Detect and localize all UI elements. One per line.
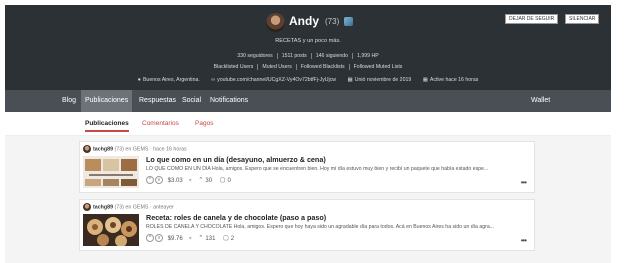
comment-icon: ▢	[219, 177, 226, 184]
subtab-payouts[interactable]: Pagos	[195, 120, 213, 127]
subtab-comments[interactable]: Comentarios	[142, 120, 179, 127]
website-link[interactable]: youtube.com/channel/UCgXZ-Vy4Ov72btfFj-J…	[217, 77, 336, 83]
posts-count: 1511 posts	[277, 53, 312, 59]
profile-stats: 330 seguidores 1511 posts 146 siguiendo 1,9…	[5, 53, 611, 59]
mute-button[interactable]: SILENCIAR	[565, 14, 600, 24]
calendar-icon: ▦	[422, 77, 428, 83]
location-icon: ●	[137, 77, 141, 83]
profile-nav: Blog Publicaciones Respuestas Social Not…	[5, 90, 611, 112]
upvote-icon[interactable]: ^	[146, 234, 154, 242]
profile-header: Andy (73) DEJAR DE SEGUIR SILENCIAR RECE…	[5, 5, 611, 90]
muted-users-link[interactable]: Muted Users	[258, 64, 297, 70]
post-thumbnail[interactable]	[83, 214, 139, 246]
post-community[interactable]: en GEMS	[125, 146, 148, 152]
post-card[interactable]: tachg89 (73) en GEMS · anteayer Receta: …	[79, 199, 535, 251]
post-payout[interactable]: $3.03	[168, 178, 183, 184]
post-author-line: tachg89 (73) en GEMS · anteayer	[83, 203, 174, 211]
tab-social[interactable]: Social	[182, 90, 201, 112]
link-icon: ∞	[211, 77, 216, 83]
last-active: Active hace 16 horas	[429, 77, 479, 83]
post-card[interactable]: tachg89 (73) en GEMS · hace 16 horas Lo …	[79, 141, 535, 193]
hive-power: 1,999 HP	[357, 53, 379, 59]
following-count[interactable]: 146 siguiendo	[311, 53, 354, 59]
more-options-icon[interactable]: •••	[521, 236, 527, 245]
tab-notifications[interactable]: Notifications	[210, 90, 248, 112]
post-excerpt[interactable]: LO QUE COMO EN UN DÍA Hola, amigos. Espe…	[146, 166, 532, 172]
location-text: Buenos Aires, Argentina.	[142, 77, 200, 83]
author-avatar[interactable]	[83, 145, 91, 153]
profile-name: Andy	[289, 14, 319, 28]
post-footer: ^ v $9.76 ▾ ⌃ 131 ▢ 2	[146, 234, 240, 242]
avatar[interactable]	[266, 13, 285, 32]
author-rep: (73)	[114, 146, 124, 153]
upvote-icon[interactable]: ^	[146, 176, 154, 184]
tab-posts[interactable]: Publicaciones	[81, 90, 133, 112]
reputation-score: (73)	[325, 17, 340, 26]
downvote-icon[interactable]: v	[155, 234, 163, 242]
comment-icon: ▢	[223, 235, 229, 242]
unfollow-button[interactable]: DEJAR DE SEGUIR	[505, 14, 559, 24]
tab-replies[interactable]: Respuestas	[139, 90, 176, 112]
post-community[interactable]: en GEMS	[125, 204, 148, 210]
post-thumbnail[interactable]	[83, 156, 139, 188]
post-title[interactable]: Receta: roles de canela y de chocolate (…	[146, 213, 326, 222]
followed-muted-lists-link[interactable]: Followed Muted Lists	[350, 64, 407, 70]
votes-icon: ⌃	[198, 235, 204, 242]
tab-blog[interactable]: Blog	[62, 90, 76, 112]
comment-count[interactable]: 0	[227, 178, 230, 184]
posts-subtabs: Publicaciones Comentarios Pagos	[5, 112, 611, 136]
post-time: hace 16 horas	[153, 146, 187, 153]
blacklisted-users-link[interactable]: Blacklisted Users	[209, 64, 259, 70]
dropdown-icon[interactable]: ▾	[189, 178, 192, 184]
comment-count[interactable]: 2	[231, 236, 234, 242]
author-rep: (73)	[114, 204, 124, 211]
joined-date: Unió noviembre de 2019	[354, 77, 412, 83]
post-excerpt[interactable]: ROLES DE CANELA Y CHOCOLATE Hola, amigos…	[146, 224, 532, 230]
post-title[interactable]: Lo que como en un día (desayuno, almuerz…	[146, 155, 326, 164]
vote-count[interactable]: 30	[205, 178, 212, 184]
dropdown-icon[interactable]: ▾	[189, 236, 192, 242]
calendar-icon: ▦	[347, 77, 353, 83]
vote-count[interactable]: 131	[205, 236, 215, 242]
post-time: anteayer	[153, 204, 174, 211]
profile-about: RECETAS y un poco más.	[275, 38, 341, 44]
subtab-posts[interactable]: Publicaciones	[85, 120, 129, 132]
post-footer: ^ v $3.03 ▾ ⌃ 30 ▢ 0	[146, 176, 237, 184]
profile-lists: Blacklisted Users Muted Users Followed Bla…	[5, 64, 611, 70]
tab-wallet[interactable]: Wallet	[531, 90, 550, 112]
more-options-icon[interactable]: •••	[521, 178, 527, 187]
votes-icon: ⌃	[198, 177, 204, 184]
post-payout[interactable]: $9.76	[168, 236, 183, 242]
badge-icon	[344, 17, 353, 26]
profile-meta: ● Buenos Aires, Argentina. ∞ youtube.com/c…	[5, 77, 611, 83]
author-name[interactable]: tachg89	[93, 204, 113, 210]
author-name[interactable]: tachg89	[93, 146, 113, 152]
author-avatar[interactable]	[83, 203, 91, 211]
downvote-icon[interactable]: v	[155, 176, 163, 184]
followed-blacklists-link[interactable]: Followed Blacklists	[296, 64, 350, 70]
followers-count[interactable]: 330 seguidores	[233, 53, 278, 59]
post-author-line: tachg89 (73) en GEMS · hace 16 horas	[83, 145, 187, 153]
